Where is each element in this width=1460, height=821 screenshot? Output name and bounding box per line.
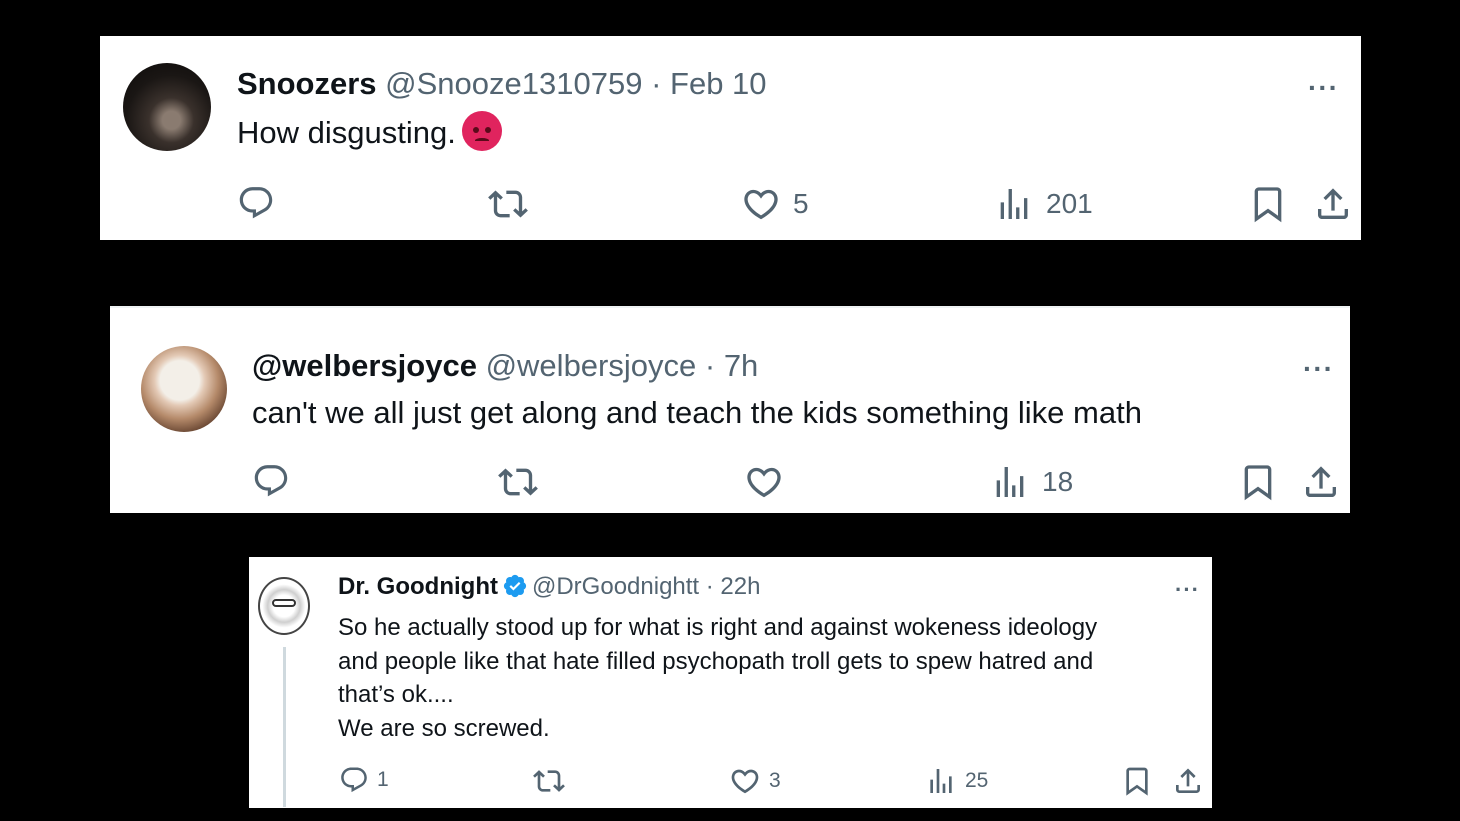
retweet-icon [533, 765, 565, 797]
share-button[interactable] [1301, 462, 1341, 502]
heart-icon [744, 462, 784, 502]
reply-icon [339, 765, 369, 795]
tweet-text: can't we all just get along and teach th… [252, 395, 1142, 430]
user-handle[interactable]: @Snooze1310759 [385, 66, 642, 101]
like-button[interactable] [744, 462, 796, 502]
user-handle[interactable]: @DrGoodnightt [532, 573, 699, 600]
retweet-button[interactable] [533, 765, 565, 797]
tweet-text-line: that’s ok.... [338, 681, 454, 708]
views-button[interactable]: 25 [925, 765, 988, 797]
share-icon [1301, 462, 1341, 502]
separator: · [699, 573, 721, 600]
views-icon [990, 462, 1030, 502]
tweet-header: Snoozers @Snooze1310759 · Feb 10 [237, 66, 767, 102]
tweet-header: @welbersjoyce @welbersjoyce · 7h [252, 348, 758, 384]
user-handle[interactable]: @welbersjoyce [486, 348, 697, 383]
share-button[interactable] [1313, 184, 1353, 224]
tweet-card-3[interactable]: Dr. Goodnight @DrGoodnightt · 22h ··· So … [249, 557, 1212, 808]
tweet-header: Dr. Goodnight @DrGoodnightt · 22h [338, 573, 760, 601]
share-button[interactable] [1172, 765, 1204, 797]
like-button[interactable]: 3 [729, 765, 781, 797]
reply-icon [252, 462, 290, 500]
views-button[interactable]: 201 [994, 184, 1093, 224]
retweet-button[interactable] [488, 184, 528, 224]
avatar[interactable] [258, 577, 310, 635]
tweet-card-2[interactable]: @welbersjoyce @welbersjoyce · 7h ··· can… [110, 306, 1350, 513]
view-count: 18 [1042, 466, 1074, 497]
avatar[interactable] [141, 346, 227, 432]
heart-icon [741, 184, 781, 224]
bookmark-button[interactable] [1121, 765, 1153, 797]
display-name[interactable]: Snoozers [237, 66, 377, 101]
reply-button[interactable] [252, 462, 290, 500]
timestamp[interactable]: Feb 10 [670, 66, 767, 101]
tweet-card-1[interactable]: Snoozers @Snooze1310759 · Feb 10 ··· How… [100, 36, 1361, 240]
like-count: 3 [769, 769, 781, 792]
bookmark-icon [1121, 765, 1153, 797]
bookmark-icon [1238, 462, 1278, 502]
views-icon [925, 765, 957, 797]
thread-line [283, 647, 286, 807]
share-icon [1313, 184, 1353, 224]
tweet-text-line: We are so screwed. [338, 714, 550, 742]
tweet-text: So he actually stood up for what is righ… [338, 611, 1097, 745]
tweet-text-line: So he actually stood up for what is righ… [338, 614, 1098, 641]
share-icon [1172, 765, 1204, 797]
display-name[interactable]: Dr. Goodnight [338, 573, 498, 600]
reply-button[interactable] [237, 184, 275, 222]
tweet-text: How disgusting. [237, 110, 502, 155]
timestamp[interactable]: 22h [720, 573, 760, 600]
timestamp[interactable]: 7h [724, 348, 758, 383]
like-count: 5 [793, 188, 809, 219]
retweet-icon [488, 184, 528, 224]
angry-face-icon [461, 110, 502, 151]
view-count: 201 [1046, 188, 1093, 219]
more-options-icon[interactable]: ··· [1308, 72, 1339, 104]
bookmark-button[interactable] [1248, 184, 1288, 224]
separator: · [642, 66, 671, 101]
retweet-button[interactable] [498, 462, 538, 502]
view-count: 25 [965, 769, 989, 792]
views-icon [994, 184, 1034, 224]
display-name[interactable]: @welbersjoyce [252, 348, 477, 383]
views-button[interactable]: 18 [990, 462, 1073, 502]
verified-badge-icon [502, 573, 528, 599]
reply-button[interactable]: 1 [339, 765, 389, 795]
more-options-icon[interactable]: ··· [1175, 577, 1200, 603]
reply-count: 1 [377, 768, 389, 791]
retweet-icon [498, 462, 538, 502]
reply-icon [237, 184, 275, 222]
more-options-icon[interactable]: ··· [1303, 353, 1334, 385]
avatar[interactable] [123, 63, 211, 151]
bookmark-button[interactable] [1238, 462, 1278, 502]
tweet-text-content: How disgusting. [237, 115, 456, 150]
bookmark-icon [1248, 184, 1288, 224]
tweet-text-line: and people like that hate filled psychop… [338, 647, 1094, 675]
like-button[interactable]: 5 [741, 184, 809, 224]
separator: · [696, 348, 724, 383]
heart-icon [729, 765, 761, 797]
